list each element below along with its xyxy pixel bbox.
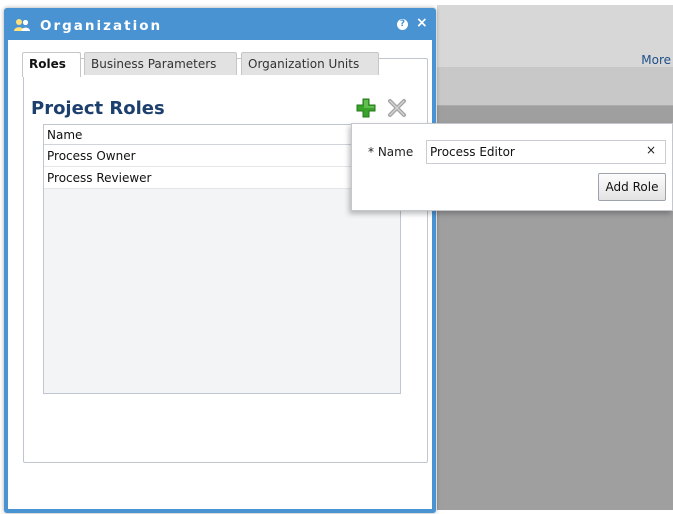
- add-icon[interactable]: [355, 97, 377, 119]
- background-toolbar: More: [437, 5, 673, 68]
- help-icon[interactable]: ?: [397, 19, 408, 30]
- tab-roles[interactable]: Roles: [22, 52, 81, 77]
- close-icon[interactable]: ×: [416, 15, 428, 31]
- dialog-title: Organization: [40, 18, 163, 34]
- table-row[interactable]: Process Owner: [44, 145, 400, 167]
- name-label: * Name: [368, 145, 414, 159]
- table-row[interactable]: Process Reviewer: [44, 167, 400, 189]
- background-subbar: [437, 67, 673, 106]
- roles-grid: Name Process Owner Process Reviewer: [43, 124, 401, 394]
- section-title: Project Roles: [31, 98, 165, 119]
- clear-icon[interactable]: ×: [646, 143, 656, 157]
- grid-header-name[interactable]: Name: [44, 125, 400, 145]
- tab-business-parameters[interactable]: Business Parameters: [84, 52, 237, 75]
- tab-organization-units[interactable]: Organization Units: [241, 52, 379, 75]
- add-role-button[interactable]: Add Role: [598, 173, 666, 201]
- dialog-header[interactable]: Organization ? ×: [4, 8, 436, 40]
- role-name-input[interactable]: [426, 140, 666, 164]
- more-link[interactable]: More: [641, 53, 671, 67]
- add-role-popover: * Name × Add Role: [351, 123, 673, 211]
- organization-icon: [14, 19, 30, 31]
- delete-icon[interactable]: [386, 97, 408, 119]
